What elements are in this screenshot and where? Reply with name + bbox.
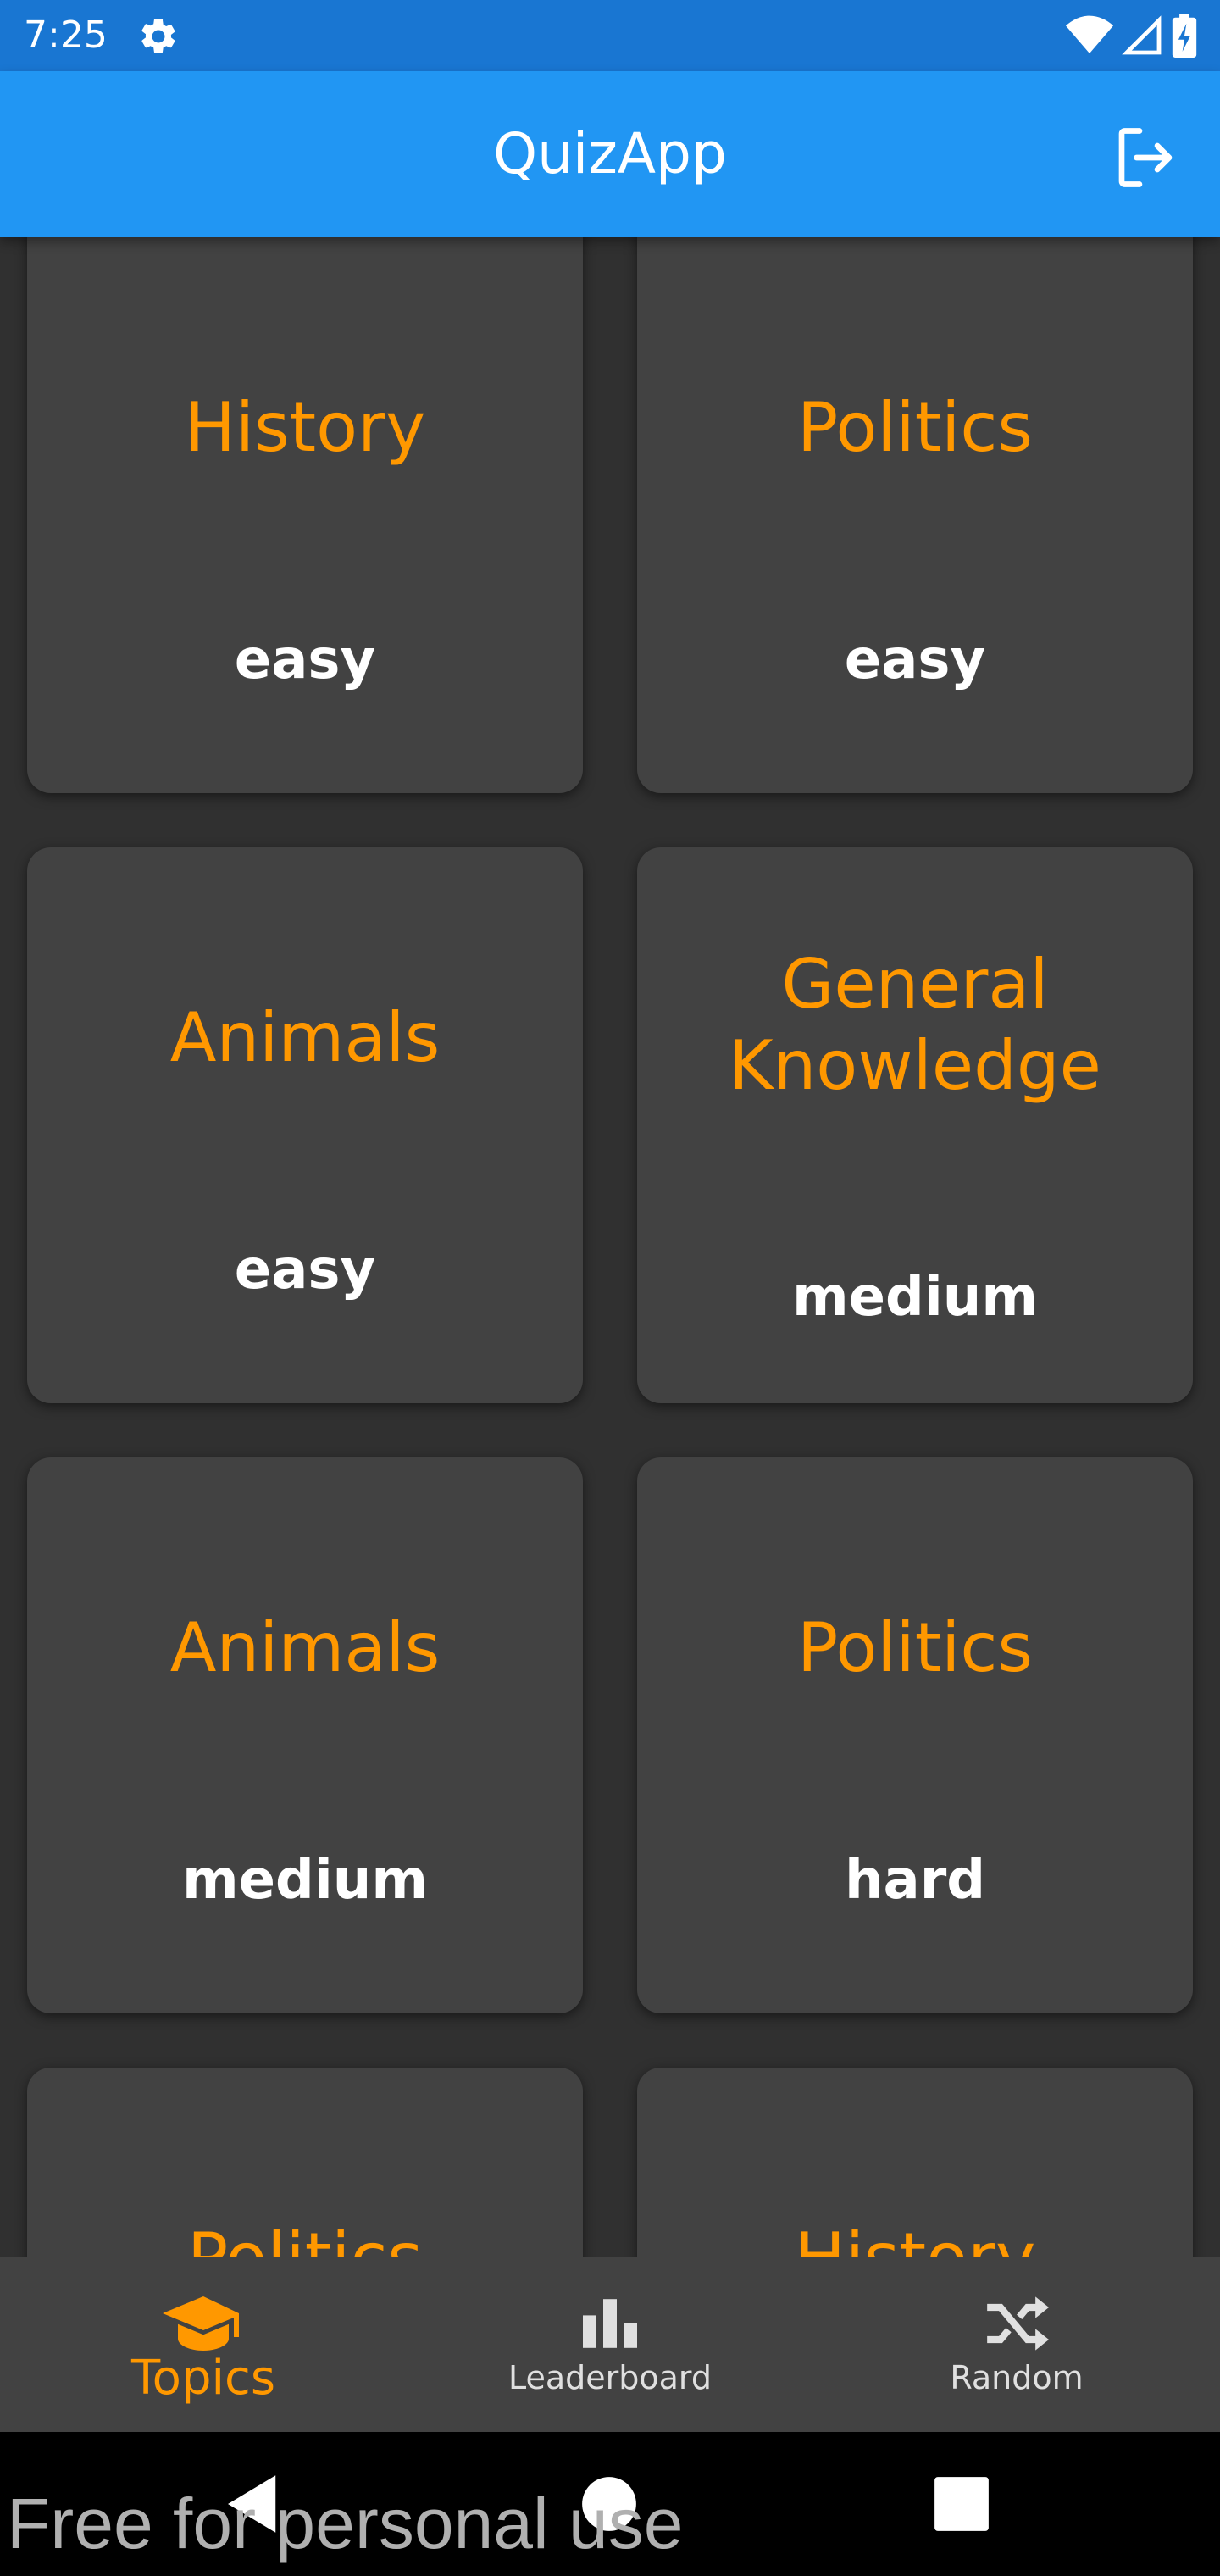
app-bar: QuizApp	[0, 71, 1220, 237]
topic-card[interactable]: History	[637, 2068, 1193, 2257]
topic-card[interactable]: Politics hard	[637, 1457, 1193, 2013]
topic-difficulty: easy	[234, 629, 376, 691]
system-nav-bar	[0, 2432, 1220, 2576]
nav-label-leaderboard: Leaderboard	[507, 2359, 713, 2396]
nav-item-random[interactable]: Random	[813, 2257, 1220, 2432]
logout-icon	[1118, 128, 1173, 187]
graduation-cap-icon	[163, 2293, 244, 2354]
topic-title: Politics	[796, 1608, 1034, 1687]
topic-difficulty: easy	[234, 1239, 376, 1302]
topic-card[interactable]: General Knowledge medium	[637, 847, 1193, 1403]
wifi-icon	[1066, 15, 1113, 54]
topics-grid-viewport[interactable]: History easy Politics easy Animals easy …	[0, 237, 1220, 2257]
home-icon[interactable]	[571, 2466, 647, 2542]
topic-title: Animals	[169, 998, 441, 1077]
shuffle-icon	[976, 2293, 1057, 2354]
topic-card[interactable]: Politics	[27, 2068, 583, 2257]
nav-label-topics: Topics	[130, 2351, 276, 2406]
nav-label-random: Random	[950, 2359, 1084, 2396]
topic-card[interactable]: Politics easy	[637, 237, 1193, 793]
topic-title: Animals	[169, 1608, 441, 1687]
bottom-nav: Topics Leaderboard Random	[0, 2257, 1220, 2432]
status-time: 7:25	[24, 14, 108, 57]
cell-signal-icon	[1122, 15, 1162, 55]
topic-difficulty: easy	[844, 629, 986, 691]
back-icon[interactable]	[215, 2466, 291, 2542]
topic-card[interactable]: Animals easy	[27, 847, 583, 1403]
app-title: QuizApp	[493, 121, 727, 186]
topic-title: History	[654, 2068, 1176, 2257]
recents-icon[interactable]	[923, 2466, 1000, 2542]
topic-difficulty: medium	[791, 1266, 1039, 1329]
topic-title: Politics	[796, 388, 1034, 467]
topics-grid: History easy Politics easy Animals easy …	[27, 237, 1193, 2257]
topic-title: Politics	[44, 2068, 566, 2257]
nav-item-leaderboard[interactable]: Leaderboard	[407, 2257, 813, 2432]
bar-chart-icon	[569, 2293, 651, 2354]
battery-charging-icon	[1172, 14, 1197, 58]
logout-button[interactable]	[1110, 122, 1181, 193]
status-icons	[1066, 12, 1198, 59]
topic-title: General Knowledge	[729, 945, 1101, 1105]
nav-item-topics[interactable]: Topics	[0, 2257, 407, 2432]
topic-card[interactable]: Animals medium	[27, 1457, 583, 2013]
topic-card[interactable]: History easy	[27, 237, 583, 793]
status-bar: 7:25	[0, 0, 1220, 71]
topic-difficulty: hard	[844, 1849, 986, 1912]
gear-icon	[141, 19, 175, 53]
topic-title: History	[184, 388, 426, 467]
topic-difficulty: medium	[181, 1849, 429, 1912]
